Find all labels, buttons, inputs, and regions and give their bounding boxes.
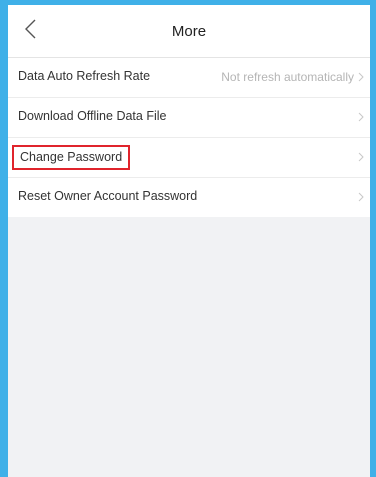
- chevron-right-icon: [358, 72, 364, 82]
- chevron-right-icon: [358, 152, 364, 162]
- setting-label-highlighted: Change Password: [12, 145, 131, 170]
- setting-label: Data Auto Refresh Rate: [18, 69, 151, 83]
- chevron-right-icon: [358, 192, 364, 202]
- setting-row-reset-owner-account-password[interactable]: Reset Owner Account Password: [8, 178, 370, 217]
- setting-label: Reset Owner Account Password: [18, 189, 198, 203]
- setting-value: Not refresh automatically: [221, 70, 354, 84]
- app-frame: More Data Auto Refresh Rate Not refresh …: [0, 0, 376, 477]
- chevron-right-icon: [358, 112, 364, 122]
- setting-label: Download Offline Data File: [18, 109, 167, 123]
- settings-list: Data Auto Refresh Rate Not refresh autom…: [8, 58, 370, 217]
- nav-header: More: [8, 5, 370, 58]
- page-title: More: [171, 23, 207, 40]
- setting-row-data-auto-refresh-rate[interactable]: Data Auto Refresh Rate Not refresh autom…: [8, 58, 370, 98]
- setting-row-download-offline-data-file[interactable]: Download Offline Data File: [8, 98, 370, 138]
- setting-row-change-password[interactable]: Change Password: [8, 138, 370, 178]
